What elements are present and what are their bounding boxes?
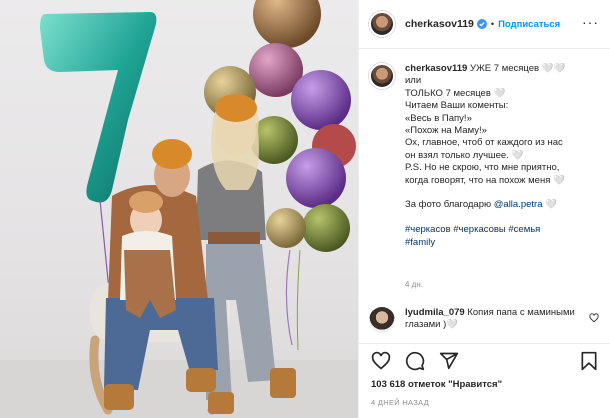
caption-line: Читаем Ваши коменты:	[405, 100, 509, 112]
hashtags-link[interactable]: #черкасов #черкасовы #семья	[405, 224, 590, 236]
separator-dot: •	[490, 19, 495, 29]
comment-text: lyudmila_079 Копия папа с мамиными глаза…	[405, 307, 580, 333]
caption-line: он взял только лучшее. 🤍	[405, 149, 524, 161]
more-options-icon[interactable]: ···	[582, 15, 599, 29]
mention-link[interactable]: @alla.petra	[494, 199, 543, 210]
caption-line: ТОЛЬКО 7 месяцев 🤍	[405, 87, 506, 99]
caption-timestamp: 4 дн.	[405, 280, 423, 289]
caption-author-avatar[interactable]	[369, 63, 395, 89]
caption-line: УЖЕ 7 месяцев 🤍🤍	[469, 63, 566, 74]
action-icons	[371, 351, 459, 371]
post-actions: 103 618 отметок "Нравится" 4 ДНЕЙ НАЗАД	[359, 343, 610, 418]
family-photo-illustration	[0, 0, 358, 418]
commenter-username[interactable]: lyudmila_079	[405, 307, 465, 318]
comment-item: lyudmila_079 Копия папа с мамиными глаза…	[369, 307, 601, 333]
verified-icon	[476, 19, 487, 29]
caption-line: Ох, главное, чтоб от каждого из нас	[405, 137, 563, 149]
credit-suffix: 🤍	[542, 199, 557, 211]
commenter-avatar[interactable]	[369, 307, 395, 333]
post-header: cherkasov119 • Подписаться ···	[359, 0, 610, 49]
bookmark-button[interactable]	[579, 351, 599, 371]
post-photo[interactable]	[0, 0, 358, 418]
caption-line: или	[405, 75, 422, 87]
caption-line: P.S. Но не скрою, что мне приятно,	[405, 162, 560, 174]
bookmark-icon[interactable]	[579, 351, 599, 371]
caption-line: когда говорят, что на похож меня 🤍	[405, 174, 565, 186]
comment-icon[interactable]	[405, 351, 425, 371]
author-username[interactable]: cherkasov119	[405, 18, 474, 30]
caption-username[interactable]: cherkasov119	[405, 63, 467, 74]
likes-count[interactable]: 103 618 отметок "Нравится"	[371, 379, 502, 390]
post-side-panel: cherkasov119 • Подписаться ··· cherkasov…	[358, 0, 610, 418]
caption-line: «Весь в Папу!»	[405, 112, 472, 124]
caption-line: «Похож на Маму!»	[405, 125, 487, 137]
comment-like-icon[interactable]	[589, 313, 599, 323]
heart-icon[interactable]	[371, 351, 391, 371]
post-date: 4 ДНЕЙ НАЗАД	[371, 398, 430, 407]
share-icon[interactable]	[439, 351, 459, 371]
caption-text: cherkasov119 УЖЕ 7 месяцев 🤍🤍 или ТОЛЬКО…	[405, 63, 590, 249]
credit-text: За фото благодарю	[405, 199, 494, 211]
hashtag-link[interactable]: #family	[405, 237, 590, 249]
comments-section: cherkasov119 УЖЕ 7 месяцев 🤍🤍 или ТОЛЬКО…	[359, 49, 610, 343]
author-avatar[interactable]	[369, 11, 395, 37]
follow-button[interactable]: Подписаться	[498, 19, 560, 30]
caption-row: cherkasov119 УЖЕ 7 месяцев 🤍🤍 или ТОЛЬКО…	[369, 63, 601, 249]
